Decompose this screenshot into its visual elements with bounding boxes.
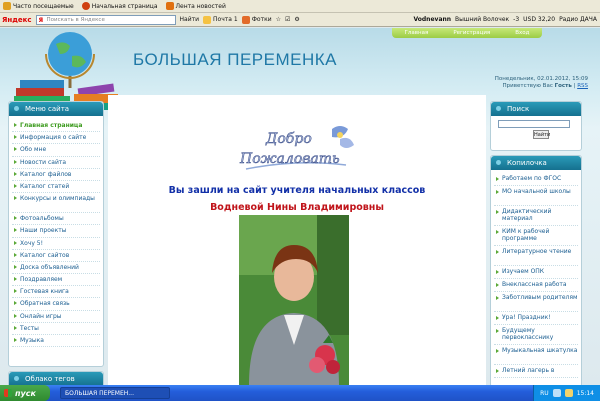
menu-item-want-five[interactable]: Хочу 5! xyxy=(12,238,100,250)
menu-item-contests[interactable]: Конкурсы и олимпиады xyxy=(12,193,100,214)
current-date: Понедельник, 02.01.2012, 15:09 xyxy=(494,76,588,82)
yandex-search-input[interactable]: Поискать в Яндексе xyxy=(35,14,176,25)
site-menu-title: Меню сайта xyxy=(9,102,103,116)
system-tray: RU 15:14 xyxy=(533,385,600,401)
rss-icon xyxy=(165,2,174,10)
volume-icon[interactable] xyxy=(564,389,573,397)
settings-icon[interactable]: ⚙ xyxy=(294,16,299,23)
bookmark-most-visited[interactable]: Часто посещаемые xyxy=(3,2,74,10)
checkbox-icon[interactable]: ☑ xyxy=(285,16,290,23)
menu-item-about-site[interactable]: Информация о сайте xyxy=(12,132,100,145)
menu-item-articles[interactable]: Каталог статей xyxy=(12,181,100,194)
start-button[interactable]: пуск xyxy=(0,385,50,401)
search-panel-title: Поиск xyxy=(491,102,581,116)
language-indicator[interactable]: RU xyxy=(540,390,549,397)
windows-taskbar: пуск БОЛЬШАЯ ПЕРЕМЕН... RU 15:14 xyxy=(0,385,600,401)
menu-item-site-catalog[interactable]: Каталог сайтов xyxy=(12,250,100,262)
teacher-name: Водневой Нины Владимировны xyxy=(210,202,384,213)
radio-button[interactable]: Радио ДАЧА xyxy=(559,16,597,23)
toolbar-right-widgets: Vodnevann Вышний Волочек -3 USD 32,20 Ра… xyxy=(413,16,600,23)
menu-item-home[interactable]: Главная страница xyxy=(12,120,100,133)
menu-item-photo-albums[interactable]: Фотоальбомы xyxy=(12,213,100,226)
bookmarks-toolbar: Часто посещаемые Начальная страница Лент… xyxy=(0,0,600,13)
menu-item-online-games[interactable]: Онлайн игры xyxy=(12,311,100,323)
site-search-button[interactable]: Найти xyxy=(533,130,550,139)
mail-icon xyxy=(203,15,212,24)
firefox-icon xyxy=(81,2,90,10)
nav-login-link[interactable]: Вход xyxy=(515,30,529,36)
menu-item-projects[interactable]: Наши проекты xyxy=(12,225,100,238)
taskbar-browser-window[interactable]: БОЛЬШАЯ ПЕРЕМЕН... xyxy=(60,387,170,399)
bookmark-news-feed[interactable]: Лента новостей xyxy=(165,2,226,10)
windows-logo-icon xyxy=(4,389,12,397)
menu-item-files[interactable]: Каталог файлов xyxy=(12,169,100,181)
collection-panel: Копилочка Работаем по ФГОС МО начальной … xyxy=(490,155,582,385)
search-panel: Поиск Найти xyxy=(490,101,582,151)
menu-item-about-me[interactable]: Обо мне xyxy=(12,144,100,157)
menu-item-news[interactable]: Новости сайта xyxy=(12,157,100,169)
photo-button[interactable]: Фотки xyxy=(241,15,272,24)
bookmark-star-icon xyxy=(3,2,11,10)
clock: 15:14 xyxy=(576,389,594,397)
yandex-toolbar: Яндекс Поискать в Яндексе Найти Почта 1 … xyxy=(0,13,600,27)
guest-name: Гость xyxy=(554,83,572,89)
menu-item-feedback[interactable]: Обратная связь xyxy=(12,298,100,311)
collection-item-didactic[interactable]: Дидактический материал xyxy=(494,206,578,226)
web-page: Главная Регистрация Вход БОЛЬШАЯ ПЕРЕМЕН… xyxy=(0,28,600,385)
main-content: Добро Пожаловать Вы зашли на сайт учител… xyxy=(108,95,486,385)
menu-item-congrats[interactable]: Поздравляем xyxy=(12,274,100,287)
collection-item-fgos[interactable]: Работаем по ФГОС xyxy=(494,173,578,186)
yandex-logo[interactable]: Яндекс xyxy=(2,16,32,24)
favorites-icon[interactable]: ☆ xyxy=(276,16,281,23)
find-button[interactable]: Найти xyxy=(180,16,199,23)
menu-item-music[interactable]: Музыка xyxy=(12,335,100,348)
weather-temperature[interactable]: -3 xyxy=(513,16,519,23)
collection-item-music-box[interactable]: Музыкальная шкатулка xyxy=(494,345,578,365)
camera-icon xyxy=(241,15,250,24)
tag-cloud-title: Облако тегов xyxy=(9,372,103,385)
weather-city[interactable]: Вышний Волочек xyxy=(455,16,509,23)
collection-item-opk[interactable]: Изучаем ОПК xyxy=(494,266,578,279)
collection-item-first-grader[interactable]: Будущему первокласснику xyxy=(494,325,578,345)
bookmark-start-page[interactable]: Начальная страница xyxy=(81,2,158,10)
nav-register-link[interactable]: Регистрация xyxy=(453,30,490,36)
collection-item-parents[interactable]: Заботливым родителям xyxy=(494,292,578,312)
greeting-line: Приветствую Вас Гость | RSS xyxy=(502,83,588,89)
menu-item-board[interactable]: Доска объявлений xyxy=(12,262,100,275)
collection-item-summer-camp[interactable]: Летний лагерь в xyxy=(494,365,578,378)
teacher-photo xyxy=(239,215,349,385)
collection-panel-title: Копилочка xyxy=(491,156,581,170)
intro-text: Вы зашли на сайт учителя начальных класс… xyxy=(168,185,426,196)
collection-item-extracurricular[interactable]: Внеклассная работа xyxy=(494,279,578,292)
collection-item-mo[interactable]: МО начальной школы xyxy=(494,186,578,206)
site-title: БОЛЬШАЯ ПЕРЕМЕНКА xyxy=(133,50,337,69)
rss-link[interactable]: RSS xyxy=(577,83,588,89)
collection-item-reading[interactable]: Литературное чтение xyxy=(494,246,578,266)
welcome-line-1: Добро xyxy=(265,131,312,147)
date-greeting: Понедельник, 02.01.2012, 15:09 Приветств… xyxy=(495,76,588,90)
site-menu-list: Главная страница Информация о сайте Обо … xyxy=(9,116,103,351)
collection-item-holiday[interactable]: Ура! Праздник! xyxy=(494,312,578,325)
menu-item-tests[interactable]: Тесты xyxy=(12,323,100,335)
user-account[interactable]: Vodnevann xyxy=(413,16,451,23)
mail-button[interactable]: Почта 1 xyxy=(203,15,238,24)
collection-list: Работаем по ФГОС МО начальной школы Дида… xyxy=(491,170,581,381)
top-navigation: Главная Регистрация Вход xyxy=(392,28,542,38)
welcome-banner: Добро Пожаловать xyxy=(239,126,354,170)
collection-item-kim[interactable]: КИМ к рабочей программе xyxy=(494,226,578,246)
welcome-line-2: Пожаловать xyxy=(239,151,340,167)
menu-item-guestbook[interactable]: Гостевая книга xyxy=(12,286,100,299)
site-search-input[interactable] xyxy=(498,120,570,128)
site-menu-panel: Меню сайта Главная страница Информация о… xyxy=(8,101,104,367)
currency-rate[interactable]: USD 32,20 xyxy=(523,16,555,23)
tag-cloud-panel: Облако тегов xyxy=(8,371,104,385)
network-icon[interactable] xyxy=(552,389,561,397)
nav-home-link[interactable]: Главная xyxy=(405,30,429,36)
